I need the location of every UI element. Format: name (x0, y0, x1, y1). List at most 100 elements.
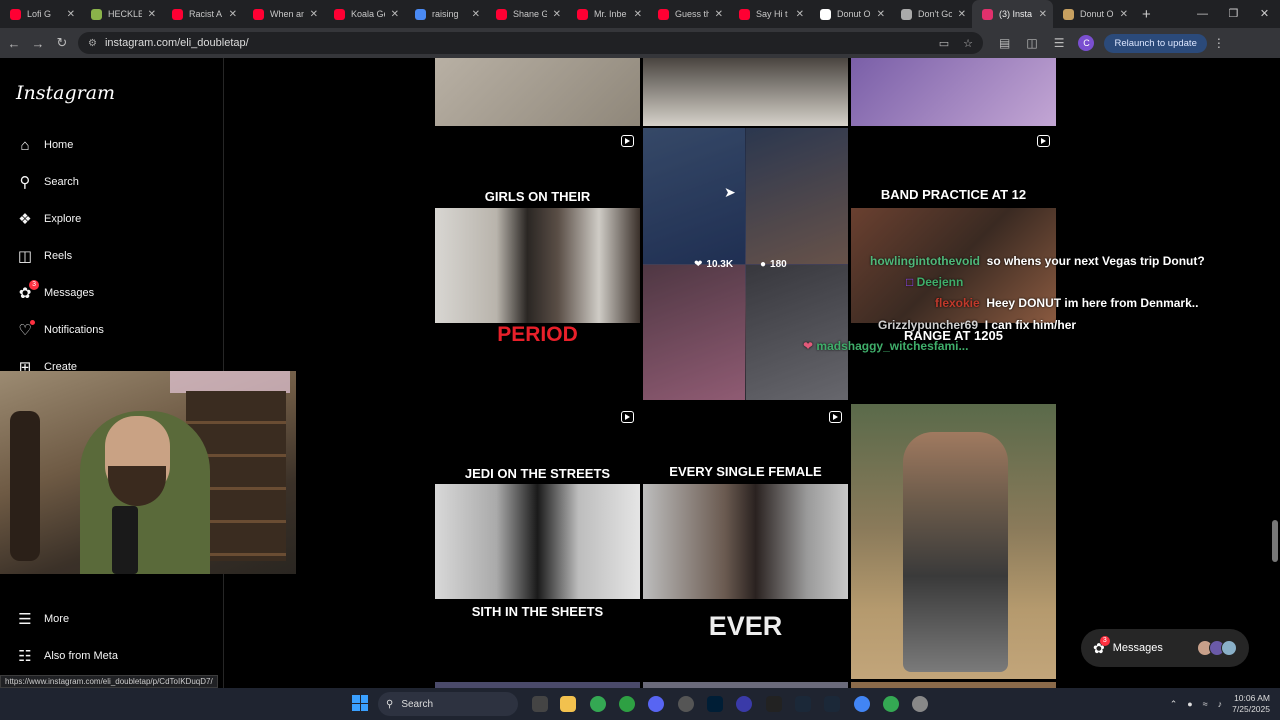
close-tab-icon[interactable]: ✕ (634, 9, 642, 20)
close-tab-icon[interactable]: ✕ (1039, 9, 1047, 20)
browser-tab[interactable]: Lofi G ✕ (0, 0, 81, 28)
back-icon[interactable]: ← (2, 36, 26, 51)
new-tab-icon[interactable]: + (1142, 6, 1151, 23)
cast-icon[interactable]: ▭ (939, 37, 949, 50)
link-status-bar: https://www.instagram.com/eli_doubletap/… (0, 675, 218, 688)
app-icon[interactable] (766, 696, 782, 712)
post-tile[interactable]: GIRLS ON THEIR PERIOD (435, 128, 640, 400)
post-tile[interactable] (851, 58, 1056, 126)
post-tile[interactable] (643, 58, 848, 126)
post-tile[interactable]: EVERY SINGLE FEMALE EVER (643, 404, 848, 679)
tab-title: Racist A (189, 9, 223, 19)
close-tab-icon[interactable]: ✕ (715, 9, 723, 20)
volume-icon[interactable]: ♪ (1218, 699, 1223, 709)
site-info-icon[interactable]: ⚙ (88, 38, 97, 49)
sidebar-item-notifications[interactable]: ♡ Notifications (16, 320, 104, 339)
notification-dot (30, 320, 35, 325)
photoshop-icon[interactable] (707, 696, 723, 712)
sidebar-item-label: Explore (44, 213, 82, 225)
browser-tab[interactable]: Don't Go ✕ (891, 0, 972, 28)
close-tab-icon[interactable]: ✕ (229, 9, 237, 20)
restore-icon[interactable]: ❐ (1218, 0, 1249, 28)
media-controls-icon[interactable]: ☰ (1054, 36, 1065, 50)
sidebar-item-search[interactable]: ⚲ Search (16, 173, 79, 191)
close-tab-icon[interactable]: ✕ (958, 9, 966, 20)
close-tab-icon[interactable]: ✕ (310, 9, 318, 20)
post-tile-hovered[interactable] (643, 128, 848, 400)
page-scrollbar-track[interactable] (1270, 58, 1280, 688)
sidebar-item-home[interactable]: ⌂ Home (16, 136, 73, 154)
tab-title: Donut O (1080, 9, 1114, 19)
messages-floating-button[interactable]: ✿ 3 Messages (1081, 629, 1249, 667)
tab-title: (3) Insta (999, 9, 1033, 19)
close-tab-icon[interactable]: ✕ (1120, 9, 1128, 20)
steam-icon[interactable] (795, 696, 811, 712)
chevron-up-icon[interactable]: ⌃ (1170, 699, 1178, 710)
app-icon[interactable] (736, 696, 752, 712)
clock[interactable]: 10:06 AM 7/25/2025 (1232, 693, 1270, 715)
tab-favicon-icon (253, 8, 264, 20)
split-view-icon[interactable]: ◫ (1026, 36, 1037, 50)
post-tile[interactable] (851, 404, 1056, 679)
close-window-icon[interactable]: ✕ (1249, 0, 1280, 28)
sidebar-item-reels[interactable]: ◫ Reels (16, 247, 72, 265)
app-icon[interactable] (912, 696, 928, 712)
chat-message: Grizzlypuncher69 I can fix him/her (878, 318, 1076, 332)
discord-icon[interactable] (648, 696, 664, 712)
file-explorer-icon[interactable] (560, 696, 576, 712)
post-tile[interactable]: JEDI ON THE STREETS SITH IN THE SHEETS (435, 404, 640, 679)
page-scrollbar-thumb[interactable] (1272, 520, 1278, 562)
chat-username: madshaggy_witchesfami... (816, 339, 969, 353)
profile-avatar[interactable]: C (1078, 35, 1095, 51)
minimize-icon[interactable]: — (1187, 0, 1218, 28)
close-tab-icon[interactable]: ✕ (877, 9, 885, 20)
menu-kebab-icon[interactable]: ⋮ (1213, 36, 1225, 50)
reload-icon[interactable]: ↻ (50, 35, 74, 51)
chrome-icon[interactable] (590, 696, 606, 712)
instagram-logo[interactable]: Instagram (16, 82, 115, 104)
tab-favicon-icon (10, 8, 21, 20)
bookmark-star-icon[interactable]: ☆ (963, 37, 973, 50)
close-tab-icon[interactable]: ✕ (796, 9, 804, 20)
browser-tab[interactable]: When an ✕ (243, 0, 324, 28)
close-tab-icon[interactable]: ✕ (148, 9, 156, 20)
post-caption-top: BAND PRACTICE AT 12 (880, 187, 1027, 202)
chrome-icon[interactable] (854, 696, 870, 712)
browser-tab[interactable]: Racist A ✕ (162, 0, 243, 28)
browser-tab[interactable]: Guess th ✕ (648, 0, 729, 28)
steam-icon[interactable] (824, 696, 840, 712)
extensions-icon[interactable]: ▤ (999, 36, 1010, 50)
close-tab-icon[interactable]: ✕ (472, 9, 480, 20)
browser-tab[interactable]: Say Hi t ✕ (729, 0, 810, 28)
browser-tab[interactable]: (3) Insta ✕ (972, 0, 1053, 28)
reel-icon (829, 411, 842, 423)
app-icon[interactable] (678, 696, 694, 712)
browser-tab[interactable]: raising ✕ (405, 0, 486, 28)
chrome-icon[interactable] (883, 696, 899, 712)
windows-start-icon[interactable] (352, 695, 368, 711)
address-bar[interactable]: ⚙ instagram.com/eli_doubletap/ ▭ ☆ (78, 32, 983, 54)
browser-tab[interactable]: Koala Ge ✕ (324, 0, 405, 28)
microphone-icon[interactable]: ● (1187, 699, 1192, 709)
browser-tab[interactable]: Donut O ✕ (1053, 0, 1134, 28)
post-tile[interactable] (435, 58, 640, 126)
post-caption-top: EVERY SINGLE FEMALE (669, 464, 822, 479)
sidebar-item-more[interactable]: ☰ More (16, 610, 69, 628)
browser-tab[interactable]: Shane G ✕ (486, 0, 567, 28)
forward-icon[interactable]: → (26, 36, 50, 51)
browser-tab[interactable]: HECKLE ✕ (81, 0, 162, 28)
task-view-icon[interactable] (532, 696, 548, 712)
taskbar-search[interactable]: ⚲ Search (378, 692, 518, 716)
browser-tab[interactable]: Mr. Inbe ✕ (567, 0, 648, 28)
sidebar-item-explore[interactable]: ❖ Explore (16, 210, 81, 228)
close-tab-icon[interactable]: ✕ (391, 9, 399, 20)
browser-tab[interactable]: Donut O ✕ (810, 0, 891, 28)
relaunch-button[interactable]: Relaunch to update (1104, 33, 1207, 53)
close-tab-icon[interactable]: ✕ (67, 9, 75, 20)
tab-title: raising (432, 9, 459, 19)
app-icon[interactable] (619, 696, 635, 712)
sidebar-item-also-from-meta[interactable]: ☷ Also from Meta (16, 647, 118, 665)
close-tab-icon[interactable]: ✕ (553, 9, 561, 20)
sidebar-item-messages[interactable]: ✿ 3 Messages (16, 280, 94, 302)
wifi-icon[interactable]: ≈ (1203, 699, 1208, 709)
